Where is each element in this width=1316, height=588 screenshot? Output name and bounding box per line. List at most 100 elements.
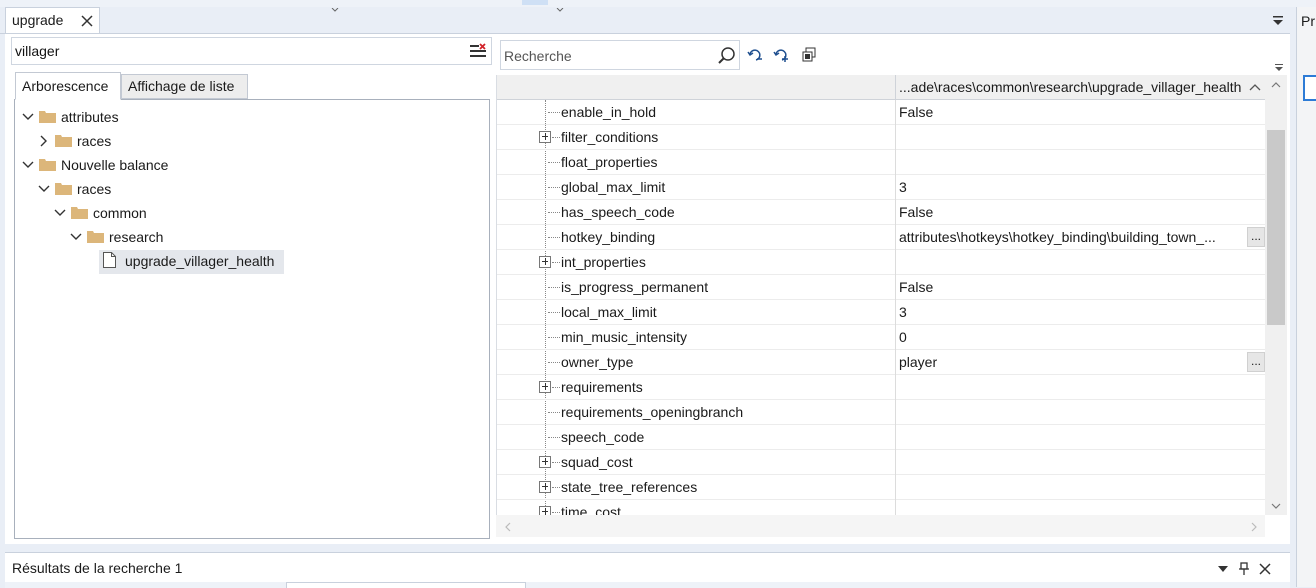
- property-value[interactable]: attributes\hotkeys\hotkey_binding\buildi…: [899, 229, 1216, 245]
- right-dock[interactable]: Pr: [1296, 7, 1316, 587]
- property-row[interactable]: squad_cost: [497, 450, 1265, 475]
- chevron-right-icon[interactable]: [38, 134, 50, 147]
- tree-item-research[interactable]: research: [19, 226, 219, 250]
- property-row[interactable]: global_max_limit 3: [497, 175, 1265, 200]
- expand-all-icon[interactable]: [773, 46, 791, 64]
- column-separator: [895, 150, 896, 175]
- chevron-down-icon[interactable]: [22, 110, 34, 122]
- ellipsis-button[interactable]: ...: [1247, 352, 1265, 372]
- property-row[interactable]: owner_type player...: [497, 350, 1265, 375]
- expand-plus-icon[interactable]: [539, 131, 551, 143]
- tree-panel[interactable]: attributes races Nouvelle balance races: [14, 99, 490, 539]
- clear-filter-icon[interactable]: [469, 43, 487, 59]
- search-icon[interactable]: [717, 46, 737, 66]
- toolbar-fragment-highlight: [522, 0, 548, 5]
- property-row[interactable]: local_max_limit 3: [497, 300, 1265, 325]
- property-row[interactable]: hotkey_binding attributes\hotkeys\hotkey_…: [497, 225, 1265, 250]
- document-tab[interactable]: upgrade: [5, 7, 100, 34]
- tab-tree-view[interactable]: Arborescence: [15, 72, 121, 100]
- property-value[interactable]: 0: [899, 329, 907, 345]
- property-row[interactable]: has_speech_code False: [497, 200, 1265, 225]
- top-strip: [0, 0, 1316, 12]
- tree-guide-line: [548, 112, 560, 113]
- property-value[interactable]: False: [899, 204, 933, 220]
- scrollbar-thumb[interactable]: [1267, 130, 1285, 325]
- column-separator: [895, 425, 896, 450]
- ellipsis-button[interactable]: ...: [1247, 227, 1265, 247]
- chevron-up-icon[interactable]: [1249, 81, 1261, 93]
- search-results-panel[interactable]: Résultats de la recherche 1: [5, 552, 1290, 588]
- expand-plus-icon[interactable]: [539, 381, 551, 393]
- folder-icon: [39, 110, 56, 123]
- chevron-up-icon[interactable]: [1270, 78, 1282, 90]
- expand-plus-icon[interactable]: [539, 506, 551, 515]
- property-value[interactable]: 3: [899, 179, 907, 195]
- tree-item-attributes[interactable]: attributes: [19, 106, 219, 130]
- search-input[interactable]: [504, 46, 709, 66]
- property-row[interactable]: filter_conditions: [497, 125, 1265, 150]
- expand-plus-icon[interactable]: [539, 481, 551, 493]
- menu-icon[interactable]: [1271, 13, 1285, 27]
- property-value[interactable]: 3: [899, 304, 907, 320]
- expand-plus-icon[interactable]: [539, 456, 551, 468]
- tree-item-common[interactable]: common: [19, 202, 219, 226]
- property-row[interactable]: state_tree_references: [497, 475, 1265, 500]
- copy-icon[interactable]: [800, 46, 818, 64]
- vertical-scrollbar[interactable]: [1265, 75, 1287, 515]
- close-icon[interactable]: [80, 11, 94, 33]
- column-separator[interactable]: [895, 75, 896, 100]
- property-grid[interactable]: ...ade\races\common\research\upgrade_vil…: [496, 75, 1265, 515]
- property-row[interactable]: float_properties: [497, 150, 1265, 175]
- property-value[interactable]: False: [899, 104, 933, 120]
- chevron-down-icon[interactable]: [54, 206, 66, 218]
- property-name: min_music_intensity: [561, 329, 688, 345]
- property-row[interactable]: speech_code: [497, 425, 1265, 450]
- tab-list-view[interactable]: Affichage de liste: [121, 74, 248, 99]
- chevron-down-icon[interactable]: [1274, 60, 1284, 71]
- property-name: requirements: [561, 379, 643, 395]
- property-row[interactable]: time_cost: [497, 500, 1265, 515]
- tree-guide-line: [548, 337, 560, 338]
- filter-input[interactable]: [15, 41, 455, 61]
- property-row[interactable]: int_properties: [497, 250, 1265, 275]
- property-row[interactable]: requirements_openingbranch: [497, 400, 1265, 425]
- search-field[interactable]: [500, 40, 740, 70]
- chevron-down-icon[interactable]: [38, 182, 50, 194]
- property-row[interactable]: min_music_intensity 0: [497, 325, 1265, 350]
- property-name: local_max_limit: [561, 304, 657, 320]
- tree-item-races[interactable]: races: [19, 130, 219, 154]
- folder-icon: [55, 134, 72, 147]
- search-results-subtabs: [5, 582, 1290, 588]
- chevron-down-icon[interactable]: [22, 158, 34, 170]
- tree-guide-line: [552, 137, 560, 138]
- chevron-down-icon[interactable]: [70, 230, 82, 242]
- property-name: owner_type: [561, 354, 634, 370]
- chevron-down-icon[interactable]: [1270, 499, 1282, 511]
- column-separator: [895, 275, 896, 300]
- collapse-all-icon[interactable]: [747, 46, 765, 64]
- column-separator: [895, 225, 896, 250]
- tree-item-upgrade-villager-health[interactable]: upgrade_villager_health: [99, 250, 284, 274]
- property-name: state_tree_references: [561, 479, 698, 495]
- property-row[interactable]: requirements: [497, 375, 1265, 400]
- tree-guide-line: [552, 262, 560, 263]
- property-value[interactable]: False: [899, 279, 933, 295]
- folder-icon: [87, 230, 104, 243]
- property-name: is_progress_permanent: [561, 279, 709, 295]
- property-row[interactable]: enable_in_hold False: [497, 100, 1265, 125]
- menu-icon[interactable]: [1216, 562, 1230, 576]
- property-value[interactable]: player: [899, 354, 937, 370]
- property-row[interactable]: is_progress_permanent False: [497, 275, 1265, 300]
- filter-field[interactable]: [11, 37, 492, 65]
- folder-icon: [39, 158, 56, 171]
- tree-item-races[interactable]: races: [19, 178, 219, 202]
- property-name: global_max_limit: [561, 179, 666, 195]
- close-icon[interactable]: [1258, 562, 1272, 576]
- pin-icon[interactable]: [1237, 562, 1251, 576]
- expand-plus-icon[interactable]: [539, 256, 551, 268]
- search-results-subtab[interactable]: [286, 582, 526, 588]
- chevron-left-icon[interactable]: [502, 520, 514, 536]
- chevron-right-icon[interactable]: [1248, 520, 1260, 536]
- tree-item-nouvelle-balance[interactable]: Nouvelle balance: [19, 154, 239, 178]
- horizontal-scrollbar[interactable]: [496, 515, 1265, 537]
